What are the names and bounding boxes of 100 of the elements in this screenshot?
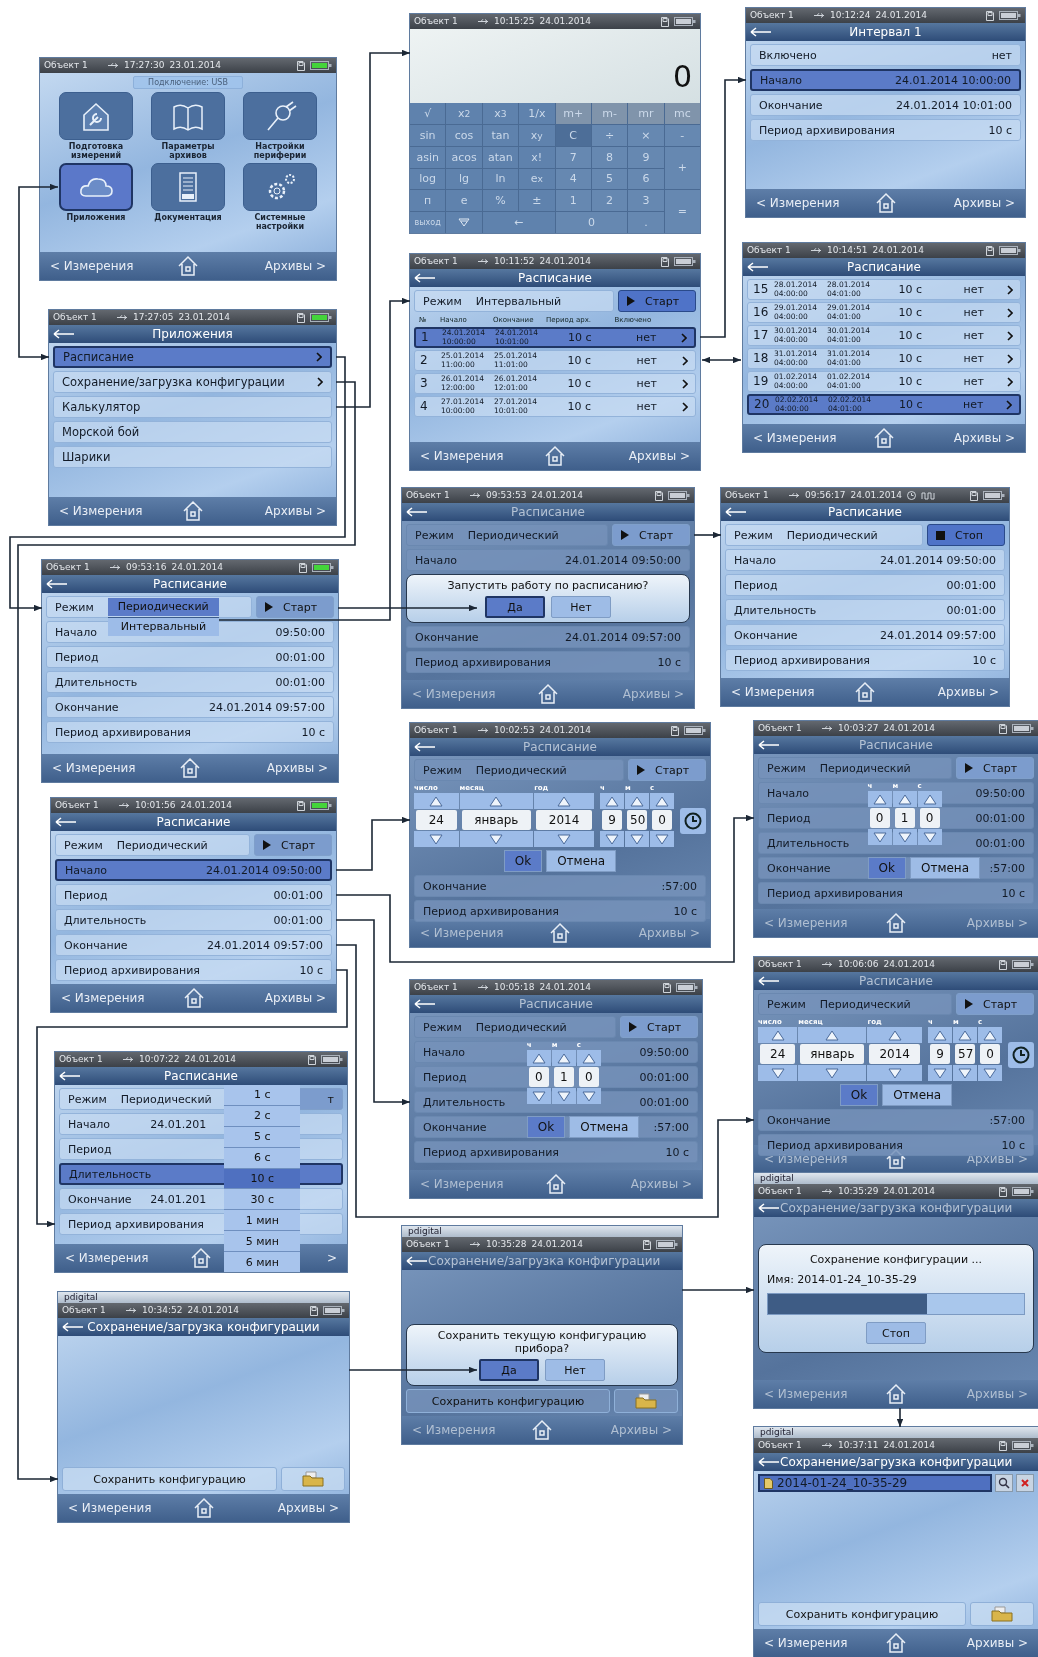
- status-date: 24.01.2014: [539, 982, 591, 993]
- screen-title: Расписание: [152, 577, 228, 591]
- status-time: 10:35:28: [486, 1239, 527, 1250]
- screen-title: Сохранение/загрузка конфигурации: [780, 1201, 1013, 1215]
- picker-value: 0: [919, 808, 940, 828]
- picker-value: 0: [578, 1067, 599, 1087]
- status-time: 10:01:56: [135, 800, 176, 811]
- status-time: 10:07:22: [139, 1054, 180, 1065]
- screen-title: Сохранение/загрузка конфигурации: [86, 1320, 321, 1334]
- status-date: 24.01.2014: [539, 16, 591, 27]
- status-date: 24.01.2014: [875, 10, 927, 21]
- picker-value: 0: [980, 1044, 1000, 1064]
- status-time: 09:53:16: [126, 562, 167, 573]
- picker-value: январь: [800, 1044, 865, 1064]
- screen-title: Расписание: [517, 271, 593, 285]
- object-label: Объект 1: [758, 1440, 803, 1451]
- picker-value: 1: [553, 1067, 574, 1087]
- object-label: Объект 1: [46, 562, 91, 573]
- dialog-message: Сохранить текущую конфигурацию прибора?: [436, 1329, 648, 1355]
- picker-value: 2014: [536, 810, 592, 830]
- object-label: Объект 1: [44, 60, 89, 71]
- screen-title: Расписание: [163, 1069, 239, 1083]
- window-title: pdigital: [64, 1292, 98, 1303]
- picker-value: 24: [760, 1044, 796, 1064]
- status-time: 10:14:51: [827, 245, 868, 256]
- status-time: 10:37:11: [838, 1440, 879, 1451]
- picker-value: 57: [955, 1044, 975, 1064]
- status-date: 24.01.2014: [850, 490, 902, 501]
- window-title: pdigital: [760, 1173, 794, 1184]
- tile-label: Документация: [154, 213, 222, 224]
- status-date: 24.01.2014: [171, 562, 223, 573]
- status-date: 24.01.2014: [883, 1186, 935, 1197]
- screen-title: Сохранение/загрузка конфигурации: [780, 1455, 1013, 1469]
- calculator-display: 0: [410, 29, 700, 103]
- screen-title: Расписание: [858, 738, 934, 752]
- picker-value: 24: [416, 810, 457, 830]
- object-label: Объект 1: [758, 723, 803, 734]
- screen-title: Расписание: [846, 260, 922, 274]
- screen-title: Расписание: [827, 505, 903, 519]
- window-title: pdigital: [760, 1427, 794, 1438]
- status-time: 10:05:18: [494, 982, 535, 993]
- picker-value: январь: [461, 810, 532, 830]
- screen-title: Интервал 1: [848, 25, 923, 39]
- status-time: 10:11:52: [494, 256, 535, 267]
- status-date: 24.01.2014: [539, 725, 591, 736]
- dialog-title: Сохранение конфигурации ...: [808, 1253, 984, 1266]
- status-date: 24.01.2014: [180, 800, 232, 811]
- object-label: Объект 1: [414, 982, 459, 993]
- screen-title: Расписание: [522, 740, 598, 754]
- object-label: Объект 1: [406, 490, 451, 501]
- status-date: 23.01.2014: [178, 312, 230, 323]
- status-date: 24.01.2014: [872, 245, 924, 256]
- tile-label: Системные настройки: [253, 213, 307, 232]
- screen-title: Сохранение/загрузка конфигурации: [428, 1254, 661, 1268]
- picker-value: 0: [652, 810, 672, 830]
- connection-label: Подключение: USB: [133, 76, 243, 89]
- object-label: Объект 1: [414, 725, 459, 736]
- object-label: Объект 1: [758, 959, 803, 970]
- object-label: Объект 1: [406, 1239, 451, 1250]
- object-label: Объект 1: [414, 16, 459, 27]
- status-date: 24.01.2014: [883, 1440, 935, 1451]
- picker-value: 1: [894, 808, 915, 828]
- tile-label: Параметры архивов: [160, 142, 216, 161]
- status-date: 24.01.2014: [539, 256, 591, 267]
- screen-title: Расписание: [155, 815, 232, 829]
- screen-title: Приложения: [151, 327, 234, 341]
- picker-value: 2014: [869, 1044, 920, 1064]
- status-date: 24.01.2014: [184, 1054, 236, 1065]
- file-name-label: Имя: 2014-01-24_10-35-29: [767, 1273, 918, 1286]
- window-title: pdigital: [408, 1226, 442, 1237]
- object-label: Объект 1: [59, 1054, 104, 1065]
- tile-label: Настройки периферии: [252, 142, 308, 161]
- tile-label: Подготовка измерений: [67, 142, 125, 161]
- status-date: 24.01.2014: [187, 1305, 239, 1316]
- picker-value: 0: [869, 808, 890, 828]
- object-label: Объект 1: [747, 245, 792, 256]
- object-label: Объект 1: [750, 10, 795, 21]
- screen-title: Расписание: [510, 505, 586, 519]
- status-time: 17:27:05: [133, 312, 174, 323]
- object-label: Объект 1: [62, 1305, 107, 1316]
- status-date: 24.01.2014: [531, 490, 583, 501]
- status-time: 10:15:25: [494, 16, 535, 27]
- status-date: 23.01.2014: [169, 60, 221, 71]
- picker-value: 50: [627, 810, 647, 830]
- status-time: 10:06:06: [838, 959, 879, 970]
- status-time: 09:53:53: [486, 490, 527, 501]
- status-time: 10:02:53: [494, 725, 535, 736]
- object-label: Объект 1: [414, 256, 459, 267]
- object-label: Объект 1: [725, 490, 770, 501]
- status-date: 24.01.2014: [883, 959, 935, 970]
- screen-title: Расписание: [858, 974, 934, 988]
- tile-label: Приложения: [66, 213, 126, 224]
- object-label: Объект 1: [53, 312, 98, 323]
- status-time: 09:56:17: [805, 490, 846, 501]
- picker-value: 9: [930, 1044, 950, 1064]
- status-time: 10:12:24: [830, 10, 871, 21]
- dialog-message: Запустить работу по расписанию?: [447, 579, 649, 592]
- object-label: Объект 1: [758, 1186, 803, 1197]
- status-time: 10:34:52: [142, 1305, 183, 1316]
- status-time: 10:03:27: [838, 723, 879, 734]
